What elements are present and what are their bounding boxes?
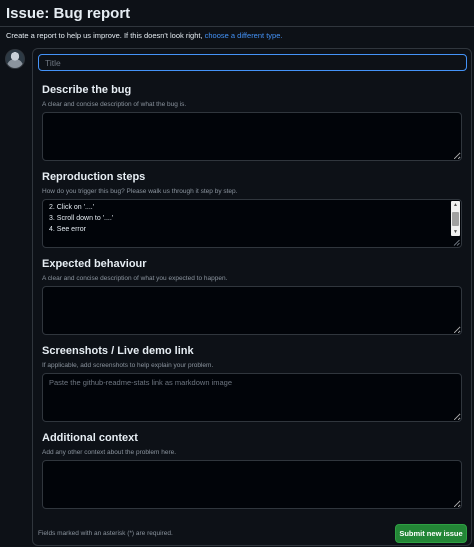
expected-behaviour-label: Expected behaviour [42,258,147,270]
page-title: Issue: Bug report [6,5,131,22]
describe-bug-textarea[interactable] [42,112,462,161]
screenshots-label: Screenshots / Live demo link [42,345,194,357]
avatar [5,49,25,69]
subtitle-text: Create a report to help us improve. If t… [6,31,203,40]
expected-behaviour-textarea[interactable] [42,286,462,335]
issue-form-page: Issue: Bug report Create a report to hel… [0,0,474,547]
reproduction-steps-label: Reproduction steps [42,171,146,183]
additional-context-label: Additional context [42,432,138,444]
page-subtitle: Create a report to help us improve. If t… [6,31,282,40]
step-line: 4. See error [49,226,86,233]
issue-form: Describe the bug A clear and concise des… [32,48,472,546]
screenshots-description: If applicable, add screenshots to help e… [42,362,214,369]
describe-bug-description: A clear and concise description of what … [42,101,187,108]
reproduction-steps-textarea[interactable]: 2. Click on '....' 3. Scroll down to '..… [42,199,462,248]
step-line: 2. Click on '....' [49,204,95,211]
required-fields-note: Fields marked with an asterisk (*) are r… [38,530,173,537]
describe-bug-label: Describe the bug [42,84,132,96]
screenshots-textarea[interactable] [42,373,462,422]
additional-context-description: Add any other context about the problem … [42,449,177,456]
step-line: 3. Scroll down to '....' [49,215,114,222]
scroll-down-icon[interactable]: ▼ [452,229,459,235]
resize-grip-icon[interactable] [453,239,460,246]
scrollbar-thumb[interactable] [452,212,459,226]
expected-behaviour-description: A clear and concise description of what … [42,275,228,282]
scroll-up-icon[interactable]: ▲ [452,202,459,208]
reproduction-steps-content: 2. Click on '....' 3. Scroll down to '..… [49,202,113,235]
reproduction-steps-description: How do you trigger this bug? Please walk… [42,188,238,195]
choose-different-type-link[interactable]: choose a different type. [205,31,283,40]
page-header: Issue: Bug report [0,0,474,27]
textarea-scrollbar[interactable]: ▲ ▼ [451,201,460,236]
submit-new-issue-button[interactable]: Submit new issue [395,524,467,543]
title-input[interactable] [38,54,467,71]
additional-context-textarea[interactable] [42,460,462,509]
